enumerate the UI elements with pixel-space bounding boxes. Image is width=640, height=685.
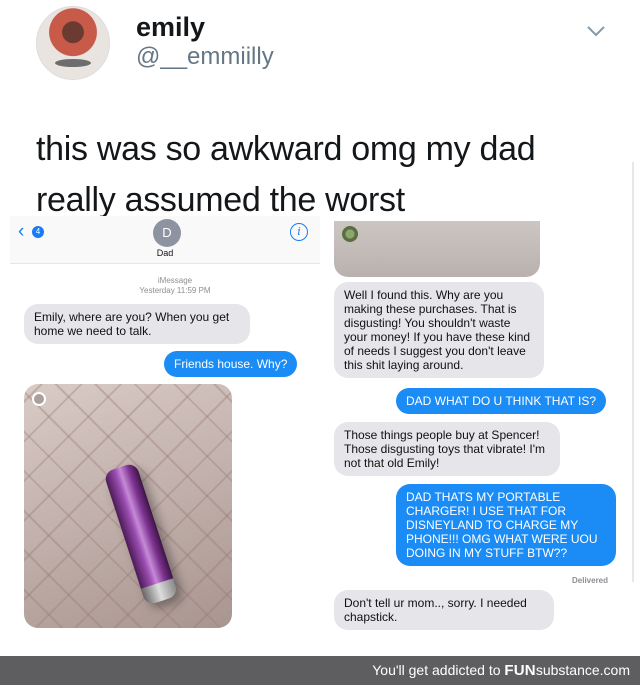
back-chevron-icon[interactable]: ‹ xyxy=(18,222,24,242)
delivered-status: Delivered xyxy=(572,576,609,585)
tweet-text-line-1: this was so awkward omg my dad xyxy=(36,130,536,168)
photo-sticker-icon xyxy=(342,226,358,242)
message-bubble-outgoing[interactable]: DAD THATS MY PORTABLE CHARGER! I USE THA… xyxy=(396,484,616,566)
message-bubble-outgoing[interactable]: DAD WHAT DO U THINK THAT IS? xyxy=(396,388,607,414)
service-label: iMessage xyxy=(157,276,193,285)
imessage-screenshot-right: Well I found this. Why are you making th… xyxy=(326,216,630,656)
divider xyxy=(632,162,634,582)
conversation-nav-bar: ‹ 4 D Dad i xyxy=(10,216,320,264)
imessage-screenshot-left: ‹ 4 D Dad i iMessage Yesterday 11:59 PM … xyxy=(10,216,320,656)
user-handle[interactable]: @__emmiilly xyxy=(136,43,274,71)
watermark-brand-suffix: substance.com xyxy=(535,662,630,678)
service-timestamp: iMessage Yesterday 11:59 PM xyxy=(10,276,340,296)
live-photo-icon xyxy=(32,392,46,406)
message-bubble-incoming[interactable]: Well I found this. Why are you making th… xyxy=(334,282,544,378)
message-bubble-outgoing[interactable]: Friends house. Why? xyxy=(164,351,298,377)
contact-name[interactable]: Dad xyxy=(10,248,320,258)
watermark-text: You'll get addicted to FUNsubstance.com xyxy=(372,662,630,679)
back-unread-badge[interactable]: 4 xyxy=(32,226,44,238)
profile-avatar[interactable] xyxy=(36,6,110,80)
contact-avatar[interactable]: D xyxy=(153,219,181,247)
message-bubble-incoming[interactable]: Emily, where are you? When you get home … xyxy=(24,304,250,344)
watermark-tagline: You'll get addicted to xyxy=(372,662,505,678)
portable-charger-image xyxy=(103,462,179,606)
chevron-down-icon[interactable] xyxy=(585,20,607,42)
message-bubble-incoming[interactable]: Don't tell ur mom.., sorry. I needed cha… xyxy=(334,590,554,630)
message-bubble-incoming[interactable]: Those things people buy at Spencer! Thos… xyxy=(334,422,560,476)
display-name[interactable]: emily xyxy=(136,12,205,43)
charger-cap xyxy=(140,578,179,606)
message-timestamp: Yesterday 11:59 PM xyxy=(139,286,211,295)
charger-photo[interactable] xyxy=(24,384,232,628)
tweet-text: this was so awkward omg my dad really as… xyxy=(36,124,626,226)
cropped-photo[interactable] xyxy=(334,221,540,277)
info-icon[interactable]: i xyxy=(290,223,308,241)
watermark-brand-prefix: FUN xyxy=(504,662,536,679)
watermark-footer: You'll get addicted to FUNsubstance.com xyxy=(0,656,640,685)
